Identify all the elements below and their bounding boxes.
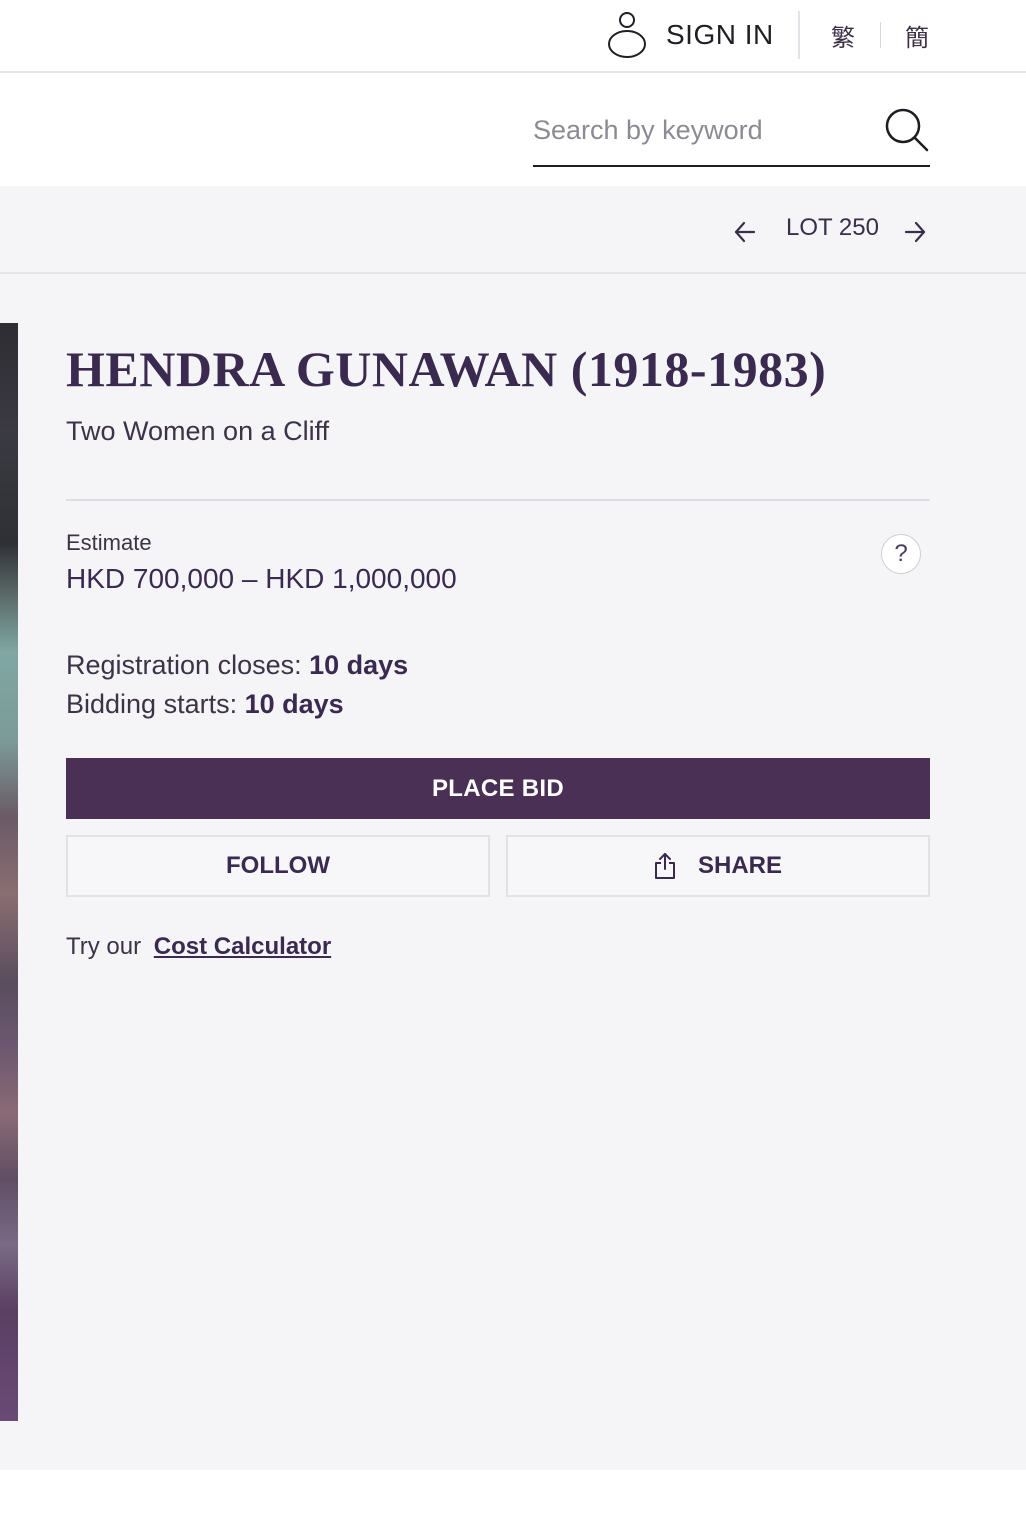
cost-calculator-prefix: Try our bbox=[66, 933, 142, 960]
lot-number: LOT 250 bbox=[786, 214, 879, 241]
top-bar: SIGN IN 繁 簡 bbox=[0, 0, 1026, 73]
bidding-value: 10 days bbox=[244, 689, 344, 719]
follow-button[interactable]: FOLLOW bbox=[66, 835, 490, 897]
lang-traditional-link[interactable]: 繁 bbox=[831, 18, 855, 53]
registration-value: 10 days bbox=[309, 650, 409, 680]
sign-in-button[interactable]: SIGN IN bbox=[606, 10, 774, 60]
arrow-right-icon[interactable] bbox=[902, 218, 928, 246]
search-bar bbox=[0, 75, 1026, 186]
estimate-label: Estimate bbox=[66, 530, 152, 555]
arrow-left-icon[interactable] bbox=[732, 218, 758, 246]
sign-in-label: SIGN IN bbox=[666, 19, 774, 50]
registration-label: Registration closes: bbox=[66, 650, 302, 680]
question-icon: ? bbox=[894, 540, 908, 567]
lot-title: HENDRA GUNAWAN (1918-1983) bbox=[66, 341, 827, 397]
bidding-starts: Bidding starts: 10 days bbox=[66, 689, 344, 720]
lot-subtitle: Two Women on a Cliff bbox=[66, 416, 330, 446]
estimate-value: HKD 700,000 – HKD 1,000,000 bbox=[66, 563, 457, 594]
search-field bbox=[533, 107, 930, 167]
artwork-image[interactable] bbox=[0, 323, 18, 1421]
lang-divider bbox=[880, 22, 881, 48]
lang-simplified-link[interactable]: 簡 bbox=[905, 18, 929, 53]
share-button[interactable]: SHARE bbox=[506, 835, 930, 897]
estimate-help-button[interactable]: ? bbox=[881, 534, 921, 574]
registration-closes: Registration closes: 10 days bbox=[66, 650, 408, 681]
place-bid-button[interactable]: PLACE BID bbox=[66, 758, 930, 819]
bidding-label: Bidding starts: bbox=[66, 689, 238, 719]
user-icon bbox=[608, 12, 646, 58]
search-icon[interactable] bbox=[884, 107, 930, 153]
header-divider bbox=[798, 11, 800, 59]
cost-calculator-line: Try our Cost Calculator bbox=[66, 933, 331, 961]
follow-label: FOLLOW bbox=[226, 852, 330, 879]
search-input[interactable] bbox=[533, 107, 873, 153]
share-icon bbox=[654, 853, 675, 879]
cost-calculator-link[interactable]: Cost Calculator bbox=[154, 933, 331, 960]
section-divider bbox=[66, 499, 930, 501]
share-label: SHARE bbox=[697, 852, 782, 879]
